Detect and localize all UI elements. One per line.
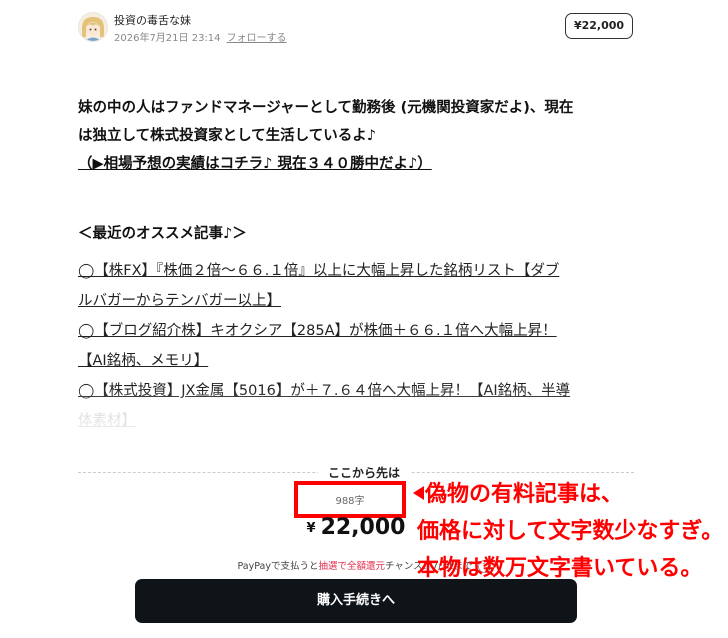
article-link-1[interactable]: ◯【株FX】『株価２倍～６６.１倍』以上に大幅上昇した銘柄リスト【ダブ [78, 263, 559, 279]
annotation-line-1: 偽物の有料記事は、 [425, 482, 624, 507]
intro-line-2: は独立して株式投資家として生活しているよ♪ [78, 128, 376, 144]
annotation-line-3: 本物は数万文字書いている。 [417, 556, 703, 581]
paypay-text-pre: PayPayで支払うと [237, 561, 319, 572]
price-badge-button[interactable]: ¥22,000 [565, 13, 633, 39]
article-link-3-cont[interactable]: 体素材】 [78, 413, 136, 429]
author-name[interactable]: 投資の毒舌な妹 [114, 12, 191, 28]
track-record-link[interactable]: （▶相場予想の実績はコチラ♪ 現在３４０勝中だよ♪） [78, 156, 432, 172]
recent-articles-list: ◯【株FX】『株価２倍～６６.１倍』以上に大幅上昇した銘柄リスト【ダブ ルバガー… [78, 256, 638, 436]
article-link-line: 体素材】 [78, 406, 638, 436]
article-link-line: 【AI銘柄、メモリ】 [78, 346, 638, 376]
article-link-2-cont[interactable]: 【AI銘柄、メモリ】 [78, 353, 208, 369]
paywall-label: ここから先は [317, 466, 410, 480]
article-price: ¥22,000 [300, 515, 412, 540]
paywall-divider [78, 472, 634, 473]
article-link-line: ルバガーからテンバガー以上】 [78, 286, 638, 316]
recent-articles-heading: ＜最近のオススメ記事♪＞ [78, 226, 247, 242]
intro-line-1: 妹の中の人はファンドマネージャーとして勤務後 (元機関投資家だよ)、現在 [78, 100, 574, 116]
price-value: 22,000 [320, 515, 406, 540]
article-link-line: ◯【ブログ紹介株】キオクシア【285A】が株価＋６６.１倍へ大幅上昇！ [78, 316, 638, 346]
article-link-2[interactable]: ◯【ブログ紹介株】キオクシア【285A】が株価＋６６.１倍へ大幅上昇！ [78, 323, 557, 339]
article-link-1-cont[interactable]: ルバガーからテンバガー以上】 [78, 293, 281, 309]
yen-symbol: ¥ [306, 520, 316, 536]
annotation-line-2: 価格に対して文字数少なすぎ。 [417, 519, 724, 544]
author-avatar[interactable] [78, 12, 108, 42]
article-link-line: ◯【株FX】『株価２倍～６６.１倍』以上に大幅上昇した銘柄リスト【ダブ [78, 256, 638, 286]
article-link-3[interactable]: ◯【株式投資】JX金属【5016】が＋７.６４倍へ大幅上昇！【AI銘柄、半導 [78, 383, 570, 399]
annotation-callout: 偽物の有料記事は、 価格に対して文字数少なすぎ。 本物は数万文字書いている。 [417, 476, 723, 587]
annotation-arrow-icon [413, 486, 424, 500]
post-date: 2026年7月21日 23:14 [114, 33, 221, 44]
article-link-line: ◯【株式投資】JX金属【5016】が＋７.６４倍へ大幅上昇！【AI銘柄、半導 [78, 376, 638, 406]
post-meta: 2026年7月21日 23:14 フォローする [114, 29, 287, 44]
follow-link[interactable]: フォローする [227, 33, 287, 44]
character-count: 988字 [335, 496, 365, 507]
paypay-highlight: 抽選で全額還元 [318, 561, 385, 572]
intro-text: 妹の中の人はファンドマネージャーとして勤務後 (元機関投資家だよ)、現在 は独立… [78, 94, 638, 178]
avatar-image [79, 13, 107, 41]
